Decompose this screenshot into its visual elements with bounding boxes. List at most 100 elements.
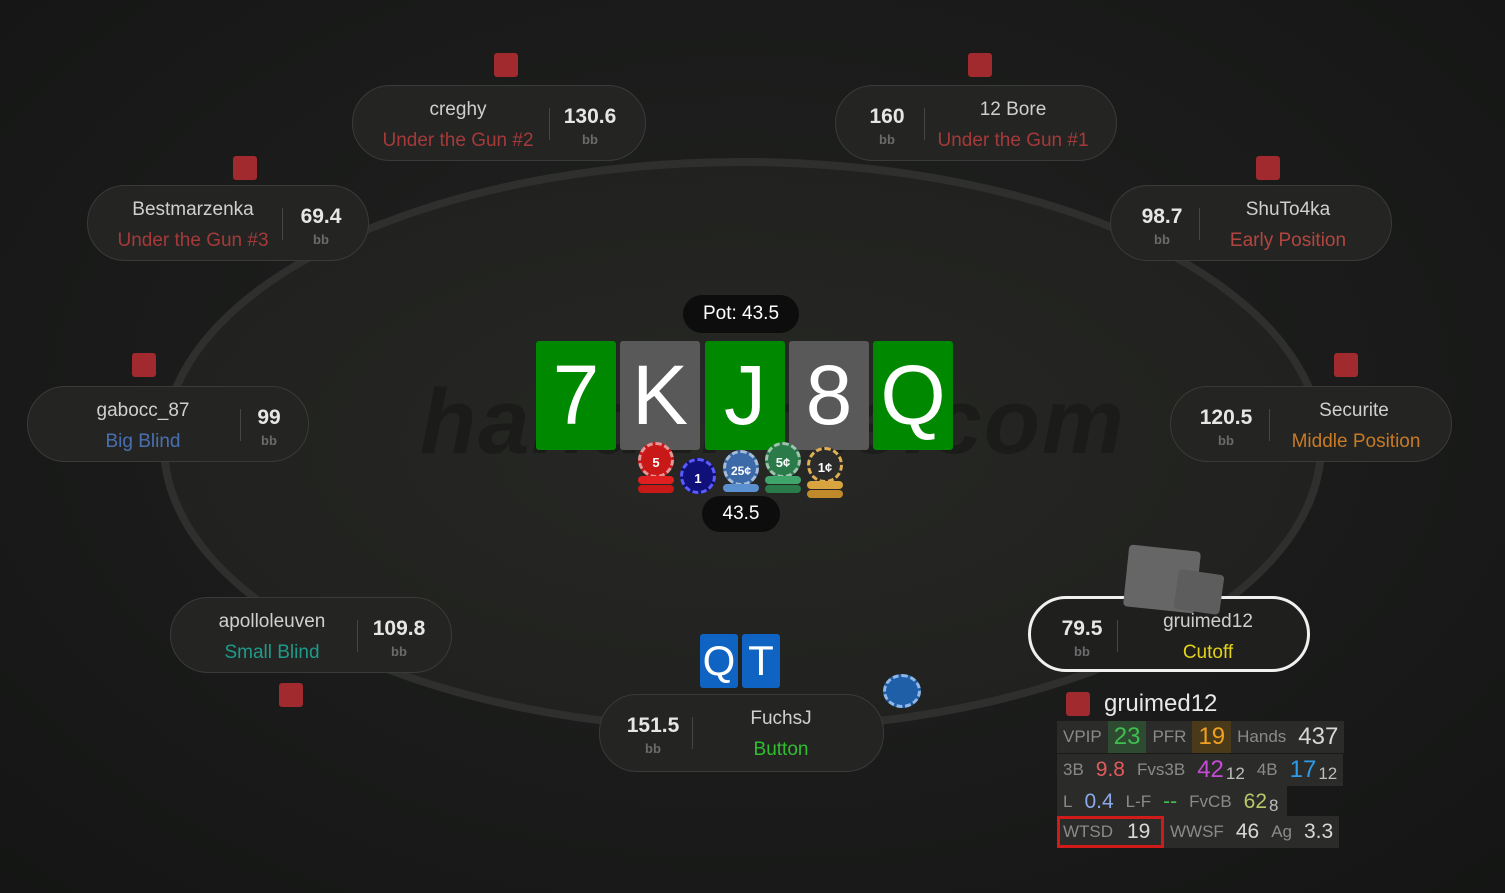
dealer-button-icon <box>883 674 921 708</box>
chip-stack-bar <box>638 476 674 484</box>
player-position: Middle Position <box>1291 431 1421 452</box>
player-name: Securite <box>1319 400 1389 421</box>
hud-value-fvcb[interactable]: 62 <box>1237 786 1270 818</box>
player-position: Big Blind <box>105 431 181 452</box>
board-card-4: 8 <box>789 341 869 450</box>
hud-value-wwsf[interactable]: 46 <box>1229 816 1266 848</box>
chip-stack-1c: 1¢ <box>807 447 843 498</box>
seat-12-bore[interactable]: 160 bb 12 Bore Under the Gun #1 <box>835 85 1117 161</box>
hud-value-vpip[interactable]: 23 <box>1107 721 1147 753</box>
hud-value-ag[interactable]: 3.3 <box>1297 816 1340 848</box>
chip-1: 1 <box>680 458 716 494</box>
player-name: gabocc_87 <box>96 400 190 421</box>
pot-label: Pot: 43.5 <box>683 295 799 333</box>
hud-label: PFR <box>1146 721 1193 753</box>
hud-value-pfr[interactable]: 19 <box>1192 721 1232 753</box>
player-name: 12 Bore <box>979 99 1047 120</box>
hud-label: VPIP <box>1057 721 1108 753</box>
hud-value-hands[interactable]: 437 <box>1292 721 1345 753</box>
hud-value-l[interactable]: 0.4 <box>1078 786 1120 818</box>
player-position: Under the Gun #1 <box>937 130 1089 151</box>
seat-shuto4ka[interactable]: 98.7 bb ShuTo4ka Early Position <box>1110 185 1392 261</box>
player-position: Small Blind <box>224 642 320 663</box>
face-down-card <box>1173 568 1225 616</box>
seat-marker-securite[interactable] <box>1334 353 1358 377</box>
chip-5: 5 <box>638 442 674 478</box>
board-card-5: Q <box>873 341 953 450</box>
chip-stack-25c: 25¢ <box>723 450 759 492</box>
chip-25c: 25¢ <box>723 450 759 486</box>
player-position: Cutoff <box>1182 642 1234 663</box>
board-card-2: K <box>620 341 700 450</box>
stack-unit: bb <box>261 433 277 448</box>
seat-gabocc[interactable]: gabocc_87 Big Blind 99 bb <box>27 386 309 462</box>
player-stack: 79.5 <box>1061 617 1103 640</box>
hud-value-4b[interactable]: 17 <box>1283 754 1319 786</box>
board-card-3: J <box>705 341 785 450</box>
hud-label: L <box>1057 786 1079 818</box>
stack-unit: bb <box>582 132 598 147</box>
seat-marker-shuto4ka[interactable] <box>1256 156 1280 180</box>
seat-marker-bestmarzenka[interactable] <box>233 156 257 180</box>
player-stack: 69.4 <box>300 205 342 228</box>
seat-marker-12-bore[interactable] <box>968 53 992 77</box>
hud-label: Fvs3B <box>1131 754 1192 786</box>
hud-sample-size: 12 <box>1225 754 1251 786</box>
player-position: Early Position <box>1229 230 1347 251</box>
hud-label: Hands <box>1231 721 1293 753</box>
chip-stack-bar <box>765 485 801 493</box>
hud-value-fvs3b[interactable]: 42 <box>1191 754 1226 786</box>
hud-label: FvCB <box>1183 786 1238 818</box>
hud-label: WWSF <box>1164 816 1230 848</box>
seat-marker-gabocc[interactable] <box>132 353 156 377</box>
chip-stack-5c: 5¢ <box>765 442 801 493</box>
player-name: Bestmarzenka <box>132 199 254 220</box>
chip-1c: 1¢ <box>807 447 843 483</box>
chip-stack-5: 5 <box>638 442 674 493</box>
pot-amount: 43.5 <box>702 496 780 532</box>
player-stack: 151.5 <box>626 714 680 737</box>
player-stack: 160 <box>869 105 905 128</box>
player-position: Button <box>753 739 809 760</box>
hud-label: 3B <box>1057 754 1090 786</box>
chip-stack-bar <box>638 485 674 493</box>
player-name: creghy <box>429 99 487 120</box>
chip-stack-1: 1 <box>680 458 716 494</box>
hole-card-1: Q <box>700 634 738 688</box>
chip-5c: 5¢ <box>765 442 801 478</box>
player-stack: 98.7 <box>1141 205 1183 228</box>
stack-unit: bb <box>1218 433 1234 448</box>
seat-apolloleuven[interactable]: apolloleuven Small Blind 109.8 bb <box>170 597 452 673</box>
hud-player-marker[interactable] <box>1066 692 1090 716</box>
seat-marker-apolloleuven[interactable] <box>279 683 303 707</box>
hud-sample-size: 8 <box>1269 786 1287 818</box>
player-stack: 120.5 <box>1199 406 1253 429</box>
hud-label: L-F <box>1119 786 1158 818</box>
stack-unit: bb <box>645 741 661 756</box>
hud-player-name: gruimed12 <box>1104 690 1218 717</box>
hud-value-3b[interactable]: 9.8 <box>1089 754 1131 786</box>
stack-unit: bb <box>391 644 407 659</box>
board-card-1: 7 <box>536 341 616 450</box>
stack-unit: bb <box>313 232 329 247</box>
hud-row-3: L 0.4 L-F -- FvCB 62 8 <box>1057 786 1287 818</box>
chip-stack-bar <box>807 490 843 498</box>
hud-label: 4B <box>1250 754 1284 786</box>
hole-card-2: T <box>742 634 780 688</box>
seat-creghy[interactable]: creghy Under the Gun #2 130.6 bb <box>352 85 646 161</box>
seat-fuchsj[interactable]: 151.5 bb FuchsJ Button <box>599 694 884 772</box>
seat-bestmarzenka[interactable]: Bestmarzenka Under the Gun #3 69.4 bb <box>87 185 369 261</box>
player-name: FuchsJ <box>750 708 812 729</box>
seat-marker-creghy[interactable] <box>494 53 518 77</box>
player-position: Under the Gun #2 <box>382 130 534 151</box>
player-name: ShuTo4ka <box>1245 199 1331 220</box>
player-name: apolloleuven <box>218 611 326 632</box>
player-stack: 109.8 <box>372 617 426 640</box>
player-name: gruimed12 <box>1163 611 1253 632</box>
hud-value-lf[interactable]: -- <box>1157 786 1184 818</box>
hud-label: Ag <box>1265 816 1298 848</box>
seat-securite[interactable]: 120.5 bb Securite Middle Position <box>1170 386 1452 462</box>
player-stack: 130.6 <box>563 105 617 128</box>
hud-sample-size: 12 <box>1318 754 1344 786</box>
player-stack: 99 <box>257 406 281 429</box>
